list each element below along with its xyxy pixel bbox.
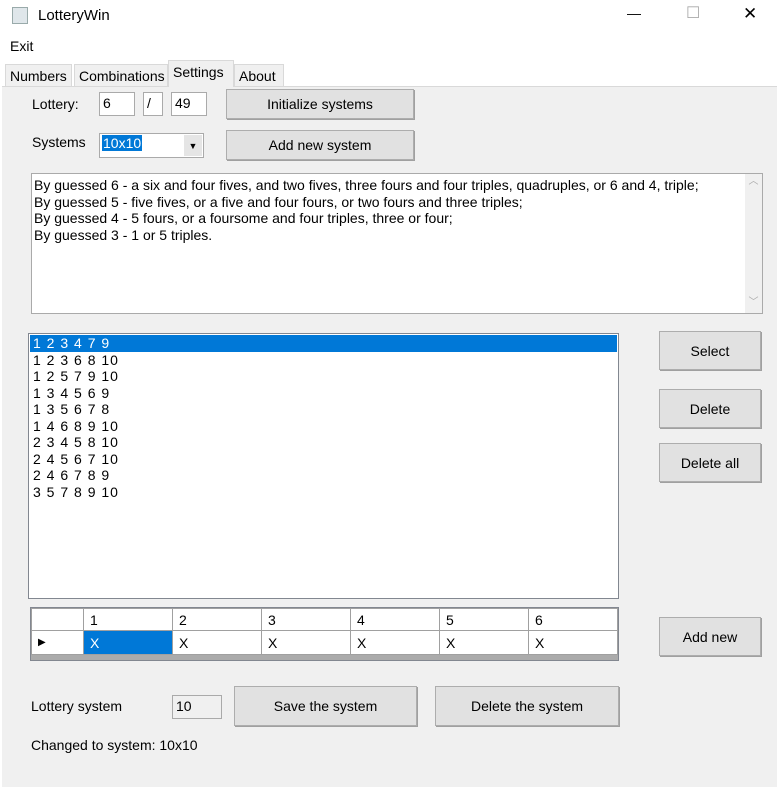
status-text: Changed to system: 10x10	[31, 737, 198, 753]
column-header[interactable]: 4	[350, 608, 440, 631]
title-bar: LotteryWin — ☐ ✕	[0, 0, 777, 32]
scrollbar[interactable]: ︿ ﹀	[745, 174, 762, 313]
grid-cell[interactable]: X	[172, 630, 262, 655]
scroll-down-icon[interactable]: ﹀	[745, 295, 762, 312]
app-icon	[12, 7, 28, 24]
column-header[interactable]: 2	[172, 608, 262, 631]
combinations-listbox[interactable]: 1 2 3 4 7 9 1 2 3 6 8 10 1 2 5 7 9 10 1 …	[28, 333, 619, 599]
lottery-label: Lottery:	[32, 96, 79, 112]
grid-cell[interactable]: X	[350, 630, 440, 655]
list-item[interactable]: 2 4 6 7 8 9	[30, 467, 617, 484]
description-line: By guessed 6 - a six and four fives, and…	[34, 177, 699, 193]
tab-combinations[interactable]: Combinations	[74, 64, 168, 87]
tab-numbers[interactable]: Numbers	[5, 64, 72, 87]
initialize-systems-button[interactable]: Initialize systems	[226, 89, 414, 119]
grid-cell[interactable]: X	[83, 630, 173, 655]
delete-button[interactable]: Delete	[659, 389, 761, 428]
lottery-n-input[interactable]: 49	[171, 92, 207, 116]
description-line: By guessed 3 - 1 or 5 triples.	[34, 226, 213, 243]
row-header-corner	[31, 608, 84, 631]
tab-settings[interactable]: Settings	[168, 60, 234, 87]
list-item[interactable]: 1 3 4 5 6 9	[30, 385, 617, 402]
maximize-button[interactable]: ☐	[686, 3, 700, 23]
list-item[interactable]: 2 4 5 6 7 10	[30, 451, 617, 468]
list-item[interactable]: 2 3 4 5 8 10	[30, 434, 617, 451]
list-item[interactable]: 1 2 3 4 7 9	[30, 335, 617, 352]
delete-system-button[interactable]: Delete the system	[435, 686, 619, 726]
column-header[interactable]: 6	[528, 608, 618, 631]
window-title: LotteryWin	[38, 7, 110, 24]
systems-select[interactable]: 10x10 ▼	[99, 133, 204, 158]
save-system-button[interactable]: Save the system	[234, 686, 417, 726]
list-item[interactable]: 1 4 6 8 9 10	[30, 418, 617, 435]
list-item[interactable]: 3 5 7 8 9 10	[30, 484, 617, 501]
menu-bar: Exit	[0, 34, 777, 58]
add-new-button[interactable]: Add new	[659, 617, 761, 656]
description-line: By guessed 5 - five fives, or a five and…	[34, 193, 523, 210]
grid-cell[interactable]: X	[261, 630, 351, 655]
row-marker-icon[interactable]: ▶	[31, 630, 84, 655]
add-new-system-button[interactable]: Add new system	[226, 130, 414, 160]
delete-all-button[interactable]: Delete all	[659, 443, 761, 482]
grid-cell[interactable]: X	[439, 630, 529, 655]
lottery-system-label: Lottery system	[31, 698, 123, 714]
list-item[interactable]: 1 2 5 7 9 10	[30, 368, 617, 385]
list-item[interactable]: 1 3 5 6 7 8	[30, 401, 617, 418]
column-header[interactable]: 1	[83, 608, 173, 631]
separator-field: /	[143, 92, 163, 116]
lottery-system-input[interactable]: 10	[172, 695, 222, 719]
lottery-k-input[interactable]: 6	[99, 92, 135, 116]
column-header[interactable]: 3	[261, 608, 351, 631]
grid-cell[interactable]: X	[528, 630, 618, 655]
system-grid[interactable]: 1 2 3 4 5 6 ▶ X X X X X X	[30, 607, 619, 661]
select-button[interactable]: Select	[659, 331, 761, 370]
minimize-button[interactable]: —	[627, 5, 641, 21]
close-button[interactable]: ✕	[743, 4, 757, 24]
menu-exit[interactable]: Exit	[10, 38, 33, 54]
system-description-textarea[interactable]: By guessed 6 - a six and four fives, and…	[31, 173, 763, 314]
systems-select-value: 10x10	[102, 135, 143, 151]
scroll-up-icon[interactable]: ︿	[745, 174, 762, 191]
column-header[interactable]: 5	[439, 608, 529, 631]
systems-label: Systems	[32, 134, 86, 150]
tab-about[interactable]: About	[234, 64, 284, 87]
chevron-down-icon[interactable]: ▼	[184, 135, 202, 156]
description-line: By guessed 4 - 5 fours, or a foursome an…	[34, 210, 453, 226]
list-item[interactable]: 1 2 3 6 8 10	[30, 352, 617, 369]
